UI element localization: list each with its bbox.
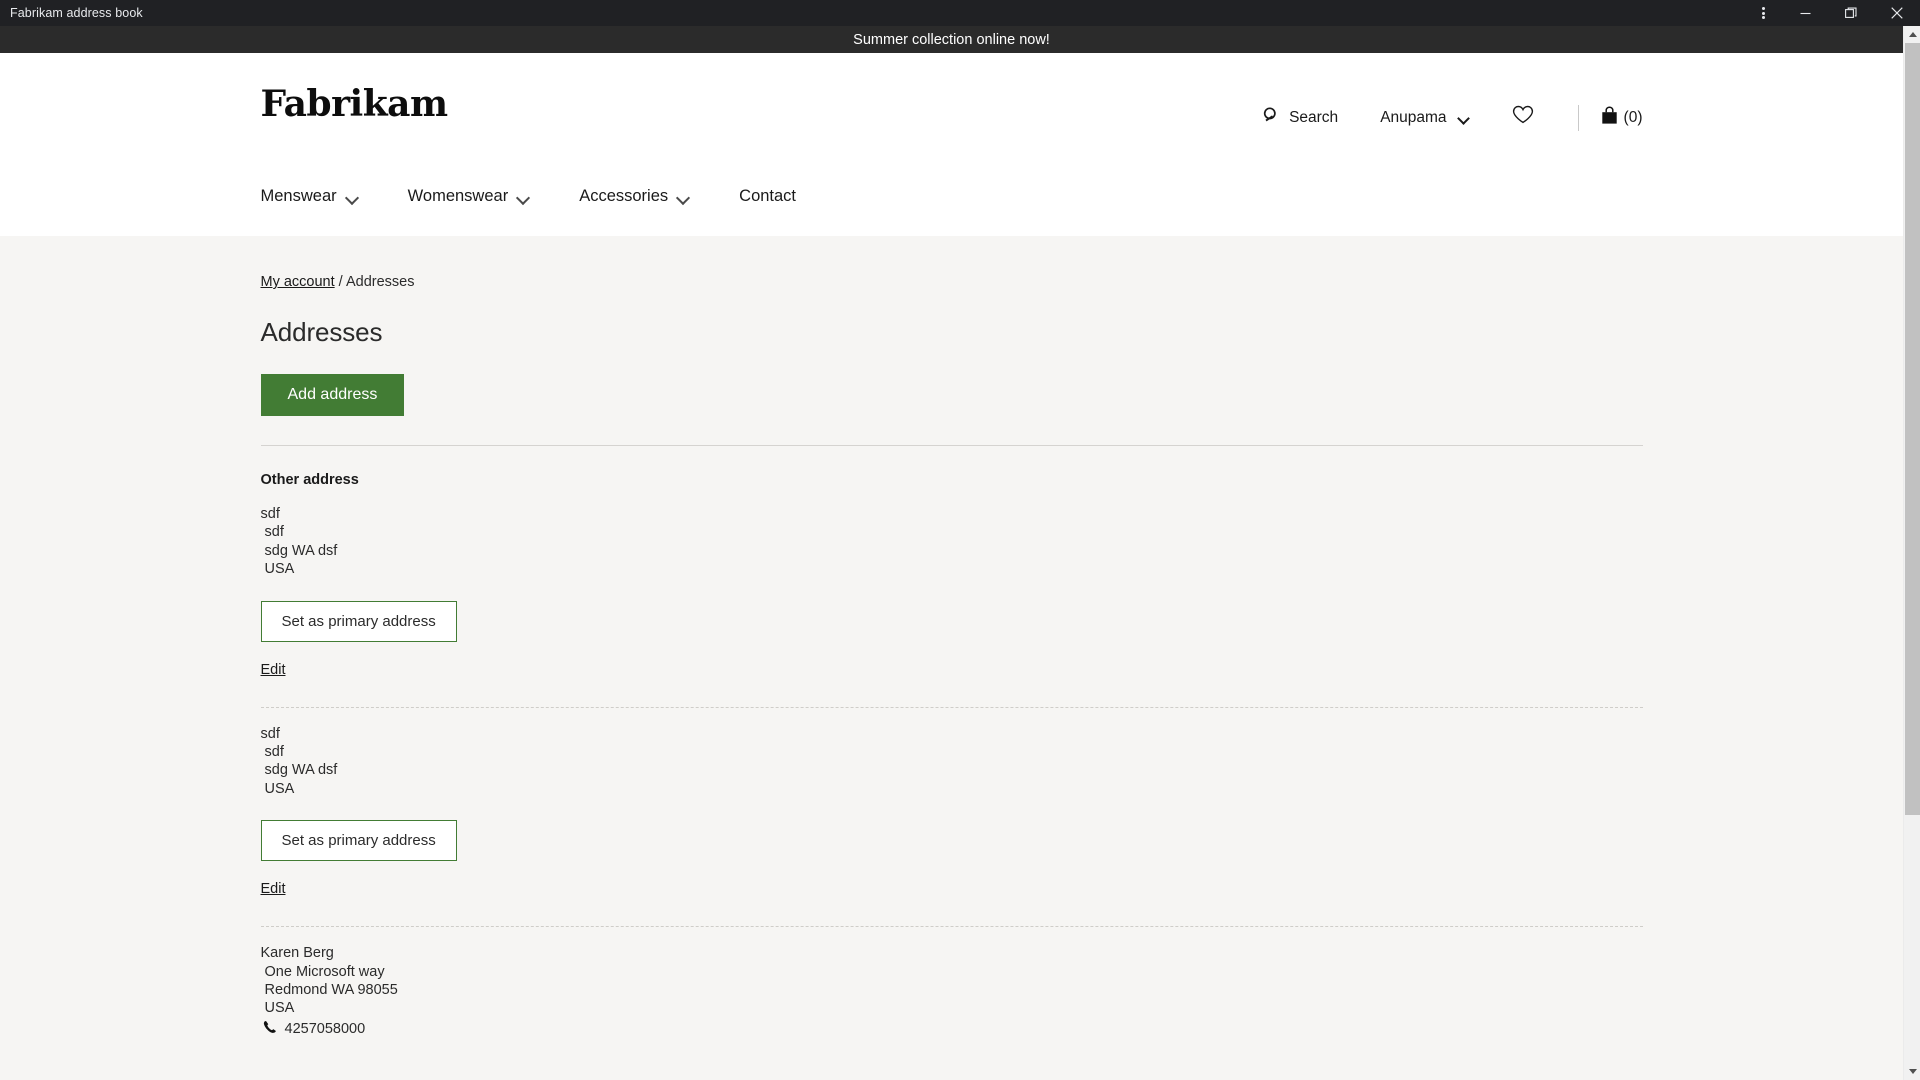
phone-number: 4257058000 — [284, 1020, 366, 1037]
site-header: Fabrikam Search Anupama (0) Menswear Wom… — [0, 53, 1903, 236]
nav-item-accessories[interactable]: Accessories — [579, 187, 690, 206]
minimize-button[interactable] — [1782, 0, 1828, 26]
scroll-down-arrow-icon[interactable] — [1904, 1063, 1920, 1080]
address-lines: sdf sdf sdg WA dsf USA — [260, 506, 338, 578]
main-navigation: Menswear Womenswear Accessories Contact — [261, 187, 797, 206]
site-logo[interactable]: Fabrikam — [261, 86, 449, 122]
wishlist-button[interactable] — [1512, 99, 1534, 136]
heart-icon — [1512, 105, 1534, 130]
address-lines: Karen Berg One Microsoft way Redmond WA … — [260, 945, 398, 1017]
breadcrumb-current: Addresses — [345, 274, 415, 290]
scroll-up-arrow-icon[interactable] — [1904, 26, 1920, 43]
search-icon — [1263, 106, 1280, 129]
browser-viewport: Summer collection online now! Fabrikam S… — [0, 26, 1920, 1080]
section-label-other-address: Other address — [260, 472, 359, 488]
set-as-primary-address-button[interactable]: Set as primary address — [260, 600, 457, 642]
shopping-bag-icon — [1601, 105, 1618, 130]
window-title: Fabrikam address book — [10, 6, 143, 20]
promo-text: Summer collection online now! — [853, 31, 1050, 48]
search-button[interactable]: Search — [1263, 101, 1338, 135]
nav-label: Menswear — [260, 187, 337, 205]
chevron-down-icon — [518, 193, 530, 201]
page-title: Addresses — [260, 317, 383, 347]
nav-item-contact[interactable]: Contact — [739, 187, 796, 206]
header-actions: Search Anupama (0) — [1263, 99, 1643, 136]
window-controls — [1744, 0, 1920, 26]
main-content: My account / Addresses Addresses Add add… — [260, 236, 1643, 1038]
search-label: Search — [1289, 108, 1339, 126]
web-page: Summer collection online now! Fabrikam S… — [0, 26, 1903, 1080]
vertical-scrollbar[interactable] — [1903, 26, 1920, 1080]
phone-icon — [263, 1020, 277, 1038]
content-divider — [260, 445, 1643, 446]
more-options-icon[interactable] — [1744, 0, 1782, 26]
nav-item-menswear[interactable]: Menswear — [261, 187, 359, 206]
address-card: sdf sdf sdg WA dsf USA Set as primary ad… — [260, 505, 1643, 679]
address-separator — [260, 706, 1643, 708]
address-lines: sdf sdf sdg WA dsf USA — [260, 725, 338, 797]
scrollbar-thumb[interactable] — [1905, 43, 1920, 815]
address-card: Karen Berg One Microsoft way Redmond WA … — [261, 944, 1643, 1038]
address-phone: 4257058000 — [261, 1020, 1643, 1038]
account-label: Anupama — [1380, 108, 1447, 126]
breadcrumb-link-my-account[interactable]: My account — [261, 274, 335, 290]
promo-banner: Summer collection online now! — [0, 26, 1903, 53]
breadcrumb: My account / Addresses — [261, 274, 1643, 290]
header-divider — [1577, 104, 1579, 131]
edit-address-link[interactable]: Edit — [261, 662, 286, 678]
cart-count: (0) — [1623, 108, 1643, 126]
edit-address-link[interactable]: Edit — [261, 881, 286, 897]
restore-button[interactable] — [1828, 0, 1874, 26]
nav-label: Accessories — [579, 187, 669, 205]
close-button[interactable] — [1874, 0, 1920, 26]
chevron-down-icon — [678, 193, 690, 201]
breadcrumb-separator: / — [334, 274, 346, 290]
address-separator — [260, 926, 1643, 928]
chevron-down-icon — [1459, 114, 1470, 121]
window-titlebar: Fabrikam address book — [0, 0, 1920, 26]
add-address-button[interactable]: Add address — [260, 374, 405, 416]
account-menu[interactable]: Anupama — [1380, 103, 1469, 133]
chevron-down-icon — [347, 193, 359, 201]
nav-label: Contact — [739, 187, 797, 205]
nav-label: Womenswear — [407, 187, 509, 205]
set-as-primary-address-button[interactable]: Set as primary address — [260, 820, 457, 862]
nav-item-womenswear[interactable]: Womenswear — [408, 187, 531, 206]
cart-button[interactable]: (0) — [1601, 105, 1643, 130]
address-card: sdf sdf sdg WA dsf USA Set as primary ad… — [260, 725, 1643, 899]
